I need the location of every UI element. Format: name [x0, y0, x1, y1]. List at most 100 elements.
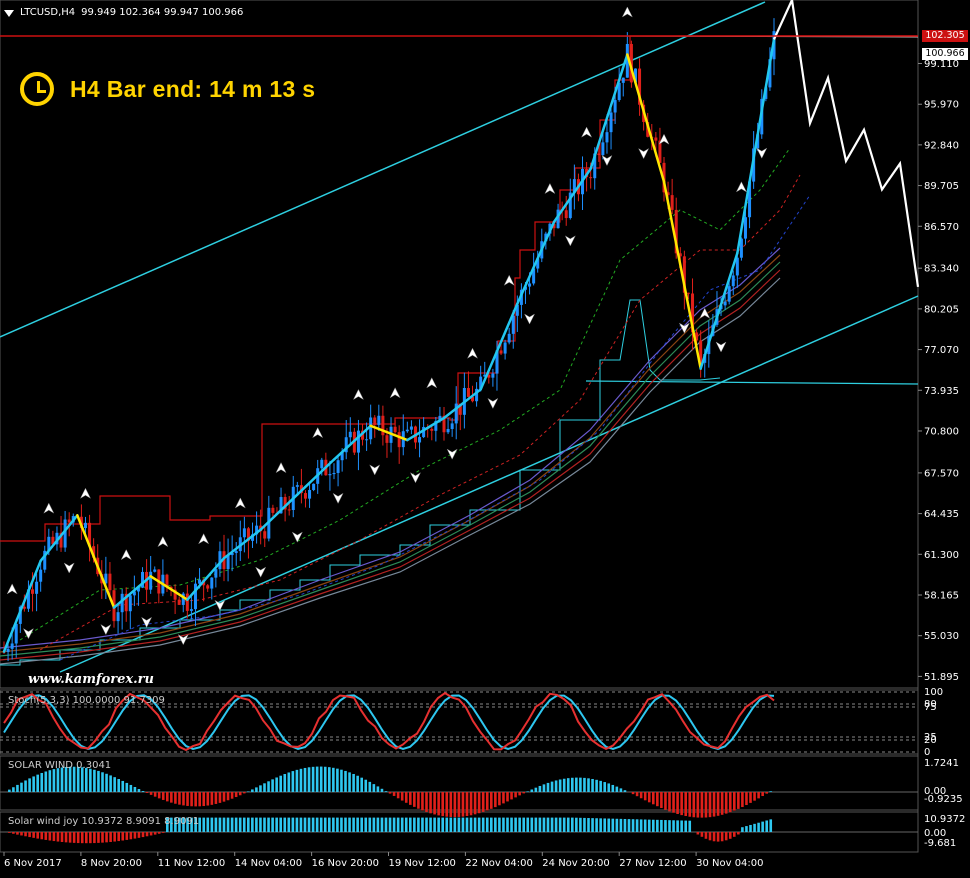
joy-bar [222, 817, 226, 832]
joy-bar [218, 817, 222, 832]
joy-bar [64, 832, 68, 843]
up-arrow-icon [275, 462, 287, 474]
joy-bar [413, 817, 416, 832]
solar-bar [502, 792, 505, 804]
solar-bar [133, 786, 137, 792]
y-tick-label: 86.570 [924, 222, 959, 233]
joy-bar [392, 817, 396, 832]
hma-segment [222, 528, 262, 560]
candle-body [731, 275, 735, 287]
solar-bar [583, 777, 586, 792]
candle-body [31, 589, 35, 594]
joy-bar [753, 823, 756, 832]
solar-bar [733, 792, 736, 811]
solar-bar [745, 792, 748, 806]
joy-bar [149, 832, 153, 836]
down-arrow-icon [291, 531, 303, 543]
solar-bar [332, 767, 335, 792]
joy-bar [566, 817, 570, 832]
solar-bar [429, 792, 432, 814]
resistance-price-tag: 102.305 [922, 30, 968, 42]
solar-bar [461, 792, 465, 817]
joy-bar [603, 818, 606, 832]
joy-bar [433, 817, 436, 832]
x-tick-label: 6 Nov 2017 [4, 858, 62, 869]
bar-end-text: H4 Bar end: 14 m 13 s [70, 75, 316, 102]
solar-bar [668, 792, 671, 812]
solar-bar [295, 769, 299, 792]
solar-bar [498, 792, 501, 806]
joy-bar [757, 822, 760, 832]
joy-bar [299, 817, 303, 832]
candle-body [528, 283, 532, 287]
solar-bar [469, 792, 473, 816]
joy-bar [579, 817, 582, 832]
up-arrow-icon [157, 536, 169, 548]
joy-bar [271, 817, 274, 832]
y-tick-label: 77.070 [924, 345, 959, 356]
joy-bar [60, 832, 64, 842]
trading-chart[interactable]: 99.110 95.970 92.840 89.705 86.570 83.340 80.2… [0, 0, 970, 878]
solar-bar [396, 792, 400, 799]
joy-bar [716, 832, 720, 842]
chart-svg[interactable]: 99.110 95.970 92.840 89.705 86.570 83.340 80.2… [0, 0, 970, 878]
joy-bar [680, 820, 683, 832]
solar-bar [449, 792, 453, 817]
solar-bar [558, 779, 562, 792]
joy-bar [16, 832, 19, 835]
joy-bar [380, 817, 384, 832]
hma-segment [736, 38, 776, 255]
joy-bar [400, 817, 404, 832]
solar-bar [291, 771, 295, 792]
solar-bar [157, 792, 161, 799]
joy-bar [68, 832, 72, 843]
joy-bar [514, 817, 517, 832]
solar-bar [607, 783, 611, 792]
joy-bar [129, 832, 133, 840]
solar-bar [174, 792, 177, 804]
solar-bar [210, 792, 214, 805]
candle-body [39, 569, 43, 582]
down-arrow-icon [601, 154, 613, 167]
joy-bar [368, 817, 372, 832]
hma-segment [2, 559, 42, 653]
solar-bar [283, 774, 287, 792]
candle-body [397, 432, 401, 448]
joy-bar [76, 832, 80, 844]
candle-body [621, 77, 625, 83]
joy-bar [627, 819, 631, 832]
down-arrow-icon [22, 627, 35, 640]
candle-body [503, 342, 507, 354]
joy-bar [429, 817, 432, 832]
solar-bar [765, 792, 768, 794]
solar-bar [554, 780, 558, 792]
candle-body [108, 573, 112, 591]
joy-bar [720, 832, 724, 842]
candle-body [466, 387, 470, 397]
joy-bar [80, 832, 84, 844]
hma-segment [76, 514, 116, 609]
joy-bar [340, 817, 343, 832]
joy-bar [28, 832, 31, 838]
joy-bar [461, 817, 465, 832]
candle-body [83, 522, 87, 529]
joy-bar [24, 832, 27, 837]
dropdown-triangle-icon[interactable] [4, 10, 14, 17]
down-arrow-icon [100, 623, 112, 636]
x-tick-label: 27 Nov 12:00 [619, 858, 686, 869]
joy-bar [643, 819, 647, 832]
candle-body [295, 485, 299, 487]
joy-bar [234, 817, 238, 832]
solar-bar [388, 792, 392, 794]
hma-segment [626, 53, 666, 183]
stoch-level-label: 0 [924, 747, 930, 758]
candle-body [177, 599, 181, 605]
joy-bar [672, 820, 675, 832]
solar-bar [684, 792, 687, 817]
solar-bar [145, 792, 149, 793]
joy-bar [44, 832, 48, 840]
solar-bar [202, 792, 206, 807]
solar-bar [530, 789, 534, 792]
x-tick-label: 24 Nov 20:00 [542, 858, 609, 869]
solar-bar [16, 784, 19, 792]
